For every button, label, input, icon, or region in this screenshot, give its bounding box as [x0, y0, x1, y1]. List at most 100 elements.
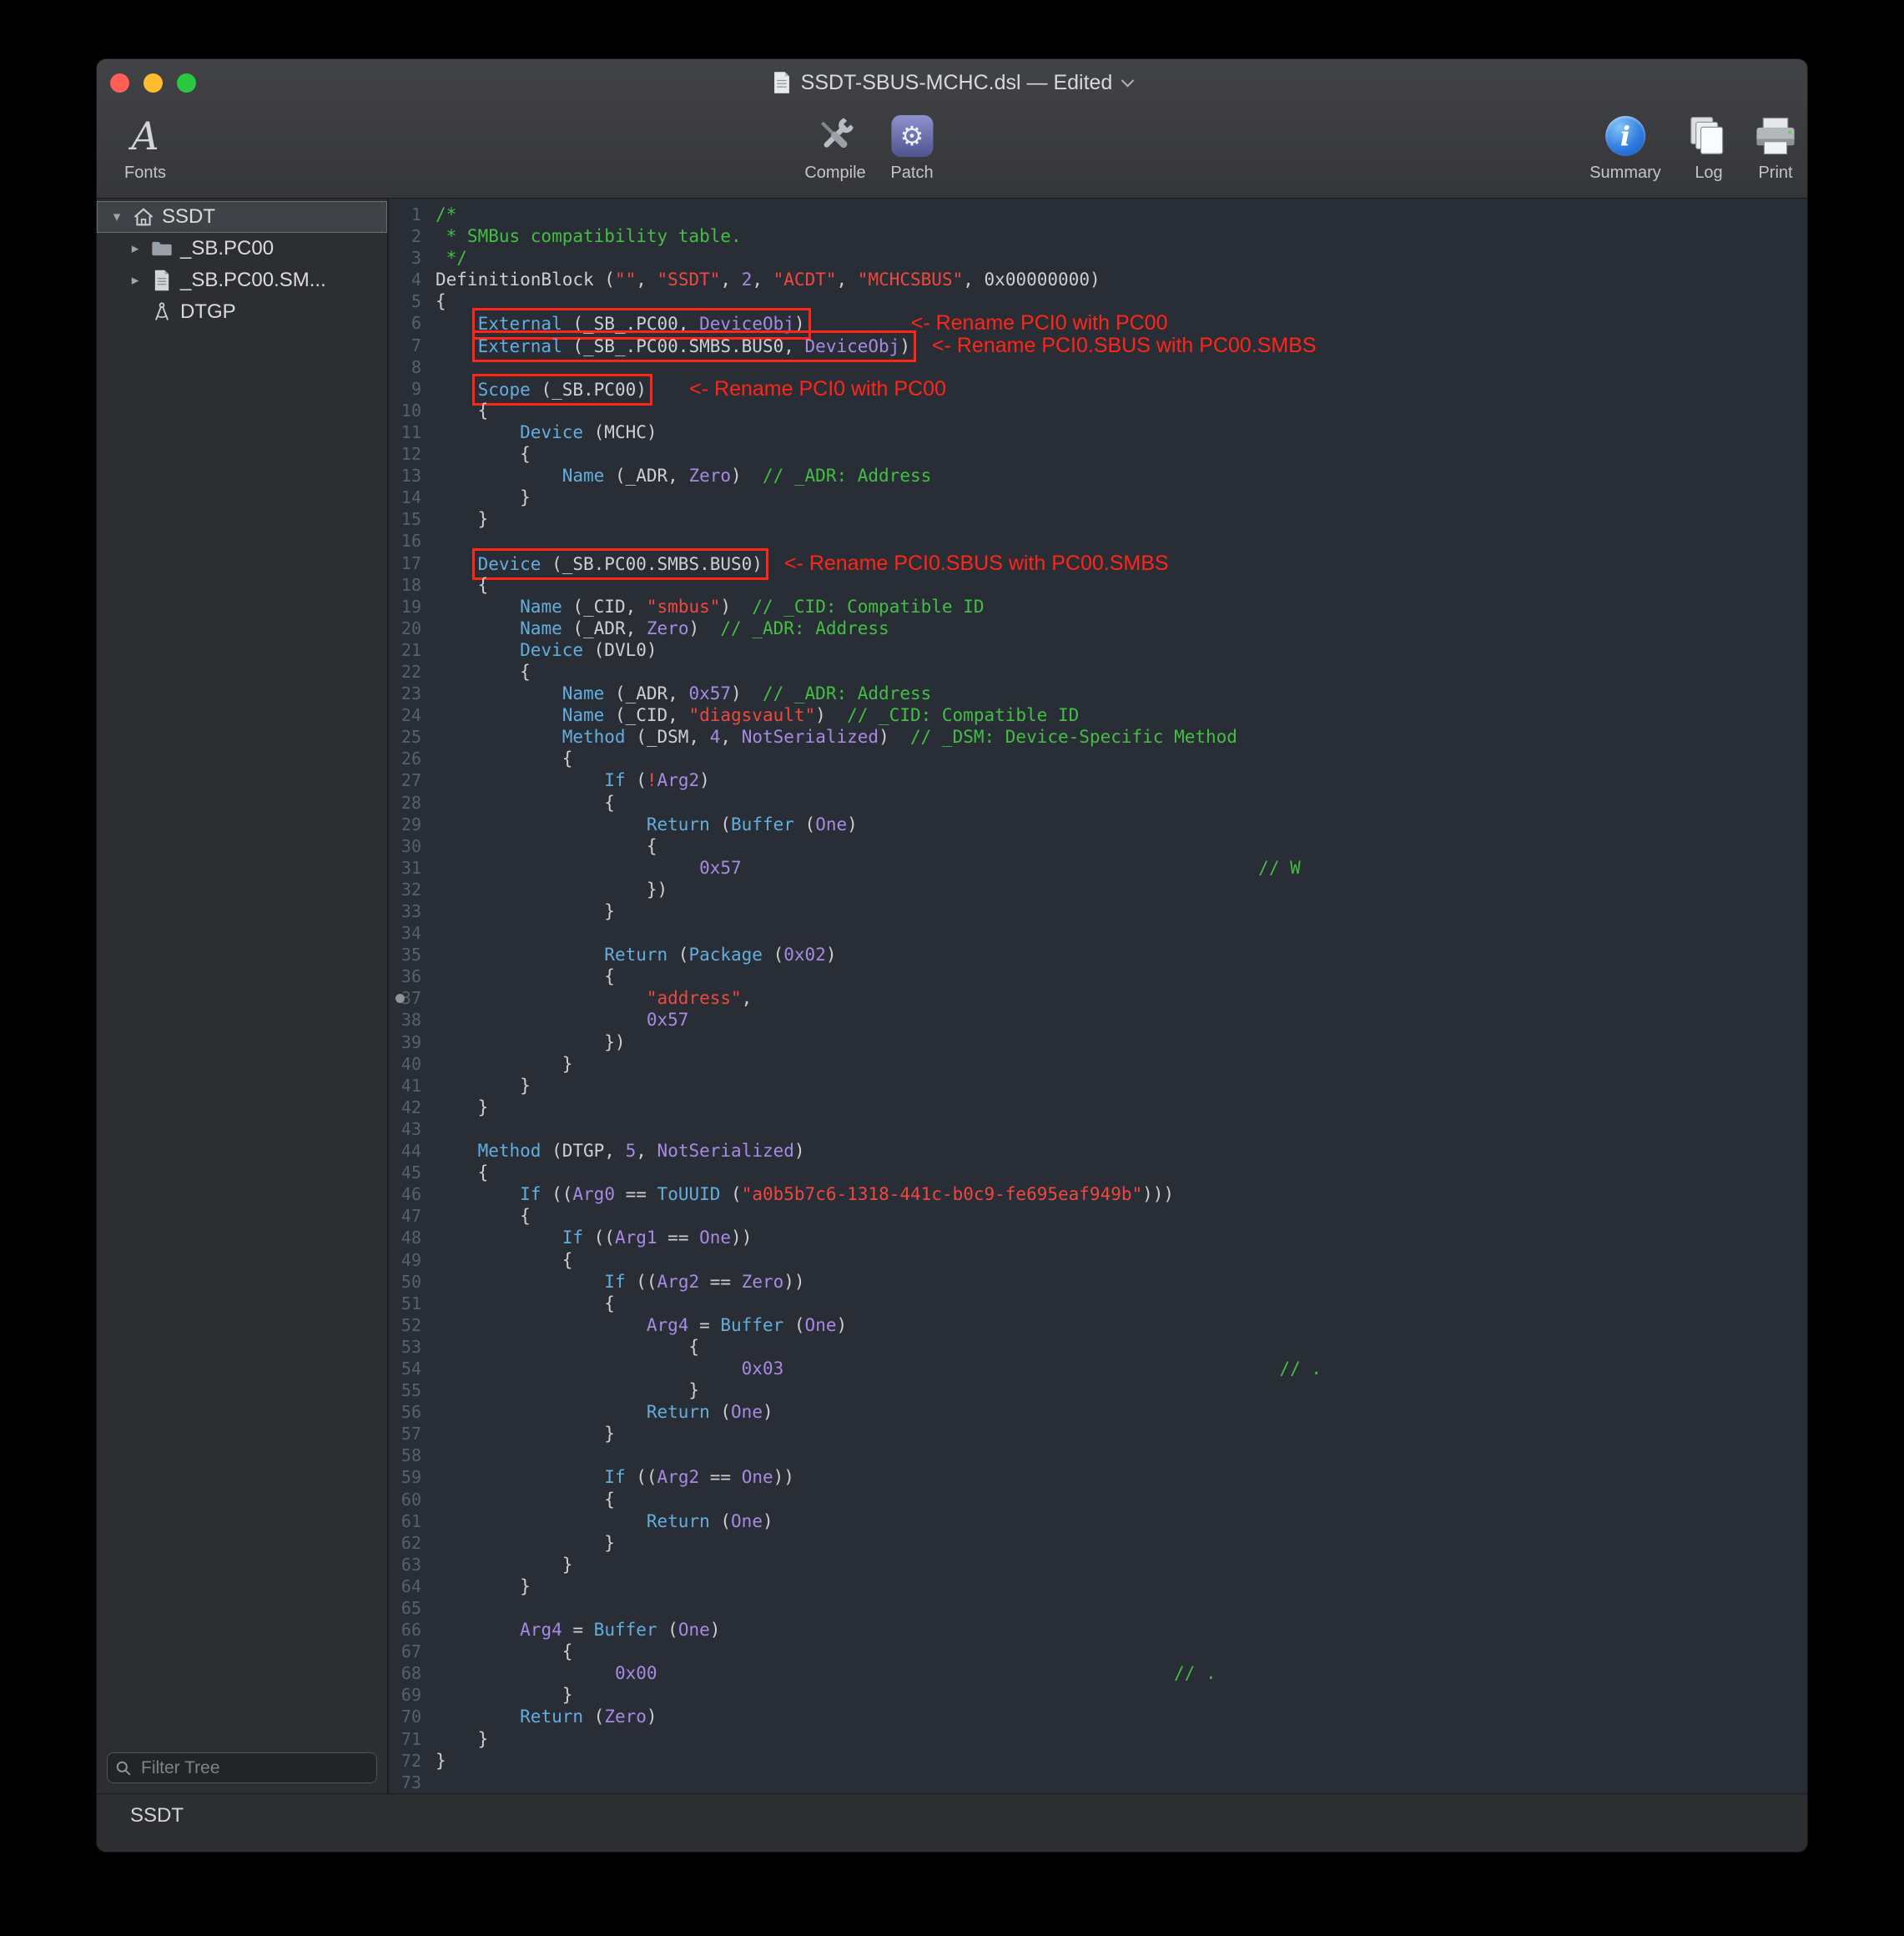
code-line-text: { [436, 792, 615, 814]
zoom-button[interactable] [177, 73, 196, 93]
code-line-text: Scope (_SB.PC00) <- Rename PCI0 with PC0… [436, 378, 946, 400]
window-title: SSDT-SBUS-MCHC.dsl — Edited [801, 71, 1113, 95]
code-editor[interactable]: 1/*2 * SMBus compatibility table.3 */4De… [389, 199, 1807, 1793]
code-line: 29 Return (Buffer (One) [389, 814, 1807, 835]
window-title-area[interactable]: SSDT-SBUS-MCHC.dsl — Edited [772, 71, 1133, 95]
line-number: 54 [389, 1358, 436, 1379]
code-line-text: Name (_ADR, Zero) // _ADR: Address [436, 618, 889, 639]
code-line-text: 0x57 [436, 1009, 688, 1031]
sidebar: ▾SSDT▸_SB.PC00▸_SB.PC00.SM...DTGP [97, 199, 389, 1793]
line-number: 52 [389, 1314, 436, 1336]
code-area: 1/*2 * SMBus compatibility table.3 */4De… [389, 199, 1807, 1793]
code-line: 51 { [389, 1293, 1807, 1314]
code-line-text: } [436, 1075, 531, 1097]
summary-button[interactable]: i Summary [1589, 113, 1661, 183]
code-line-text: { [436, 1249, 572, 1271]
code-line: 42 } [389, 1097, 1807, 1118]
disclosure-triangle-icon[interactable]: ▸ [123, 272, 147, 289]
line-number: 46 [389, 1183, 436, 1205]
sidebar-item-ssdt[interactable]: ▾SSDT [97, 201, 387, 233]
print-icon [1754, 113, 1797, 159]
red-highlight-box: Scope (_SB.PC00) [478, 380, 647, 400]
patch-label: Patch [890, 164, 933, 183]
line-number: 22 [389, 661, 436, 683]
code-line: 53 { [389, 1336, 1807, 1358]
sidebar-item--sb-pc00-sm-[interactable]: ▸ _SB.PC00.SM... [97, 265, 387, 296]
line-marker-dot [395, 994, 405, 1003]
statusbar-scope: SSDT [130, 1804, 184, 1827]
rename-annotation: <- Rename PCI0.SBUS with PC00.SMBS [932, 334, 1317, 357]
line-number: 64 [389, 1576, 436, 1597]
line-number: 8 [389, 356, 436, 378]
line-number: 62 [389, 1532, 436, 1554]
code-line: 17 Device (_SB.PC00.SMBS.BUS0)<- Rename … [389, 552, 1807, 574]
line-number: 50 [389, 1271, 436, 1293]
code-line: 48 If ((Arg1 == One)) [389, 1227, 1807, 1248]
code-line-text: { [436, 1336, 699, 1358]
filter-tree-box [107, 1752, 377, 1783]
code-line-text: } [436, 508, 488, 530]
line-number: 59 [389, 1466, 436, 1488]
line-number: 6 [389, 312, 436, 334]
red-highlight-box: External (_SB_.PC00.SMBS.BUS0, DeviceObj… [478, 336, 910, 356]
code-line-text: Arg4 = Buffer (One) [436, 1619, 720, 1641]
code-line-text: { [436, 290, 446, 312]
code-line: 54 0x03 // . [389, 1358, 1807, 1379]
code-line: 24 Name (_CID, "diagsvault") // _CID: Co… [389, 704, 1807, 726]
code-line: 9 Scope (_SB.PC00) <- Rename PCI0 with P… [389, 378, 1807, 400]
disclosure-triangle-icon[interactable]: ▾ [105, 209, 128, 225]
code-line-text: Return (One) [436, 1401, 773, 1423]
code-line-text: { [436, 748, 572, 769]
code-line-text: { [436, 400, 488, 421]
app-window: SSDT-SBUS-MCHC.dsl — Edited A Fonts [96, 58, 1808, 1853]
patch-button[interactable]: ⚙ Patch [890, 113, 933, 183]
code-line: 35 Return (Package (0x02) [389, 944, 1807, 965]
print-button[interactable]: Print [1754, 113, 1797, 183]
line-number: 20 [389, 618, 436, 639]
code-line: 12 { [389, 443, 1807, 465]
code-line-text: } [436, 1554, 572, 1576]
line-number: 43 [389, 1118, 436, 1140]
code-line-text: 0x57 // W [436, 857, 1301, 879]
disclosure-triangle-icon[interactable]: ▸ [123, 240, 147, 257]
sidebar-item-label: DTGP [180, 300, 236, 324]
close-button[interactable] [110, 73, 129, 93]
fonts-button[interactable]: A Fonts [124, 113, 166, 183]
line-number: 38 [389, 1009, 436, 1031]
line-number: 17 [389, 552, 436, 574]
filter-tree-input[interactable] [107, 1752, 377, 1783]
sidebar-item-dtgp[interactable]: DTGP [97, 296, 387, 328]
code-line: 68 0x00 // . [389, 1662, 1807, 1684]
code-line: 46 If ((Arg0 == ToUUID ("a0b5b7c6-1318-4… [389, 1183, 1807, 1205]
code-line: 22 { [389, 661, 1807, 683]
code-line-text: Method (_DSM, 4, NotSerialized) // _DSM:… [436, 726, 1237, 748]
code-line-text: { [436, 443, 531, 465]
code-line: 44 Method (DTGP, 5, NotSerialized) [389, 1140, 1807, 1162]
code-line: 6 External (_SB_.PC00, DeviceObj) <- Ren… [389, 312, 1807, 334]
line-number: 32 [389, 879, 436, 900]
code-line: 56 Return (One) [389, 1401, 1807, 1423]
minimize-button[interactable] [144, 73, 163, 93]
code-line: 41 } [389, 1075, 1807, 1097]
line-number: 27 [389, 769, 436, 791]
titlebar[interactable]: SSDT-SBUS-MCHC.dsl — Edited [97, 59, 1807, 106]
search-icon [115, 1760, 132, 1777]
compile-button[interactable]: Compile [804, 113, 865, 183]
code-line-text: /* [436, 204, 456, 225]
code-line: 10 { [389, 400, 1807, 421]
sidebar-item-label: _SB.PC00.SM... [180, 269, 326, 292]
code-line-text: { [436, 661, 531, 683]
code-line-text: } [436, 1053, 572, 1075]
line-number: 36 [389, 965, 436, 987]
code-line-text: } [436, 1750, 446, 1772]
line-number: 12 [389, 443, 436, 465]
sidebar-item--sb-pc00[interactable]: ▸_SB.PC00 [97, 233, 387, 265]
code-line: 27 If (!Arg2) [389, 769, 1807, 791]
line-number: 44 [389, 1140, 436, 1162]
line-number: 21 [389, 639, 436, 661]
line-number: 49 [389, 1249, 436, 1271]
code-line: 72} [389, 1750, 1807, 1772]
code-line-text: { [436, 835, 657, 857]
log-button[interactable]: Log [1687, 113, 1730, 183]
title-menu-chevron-icon[interactable] [1121, 73, 1135, 87]
